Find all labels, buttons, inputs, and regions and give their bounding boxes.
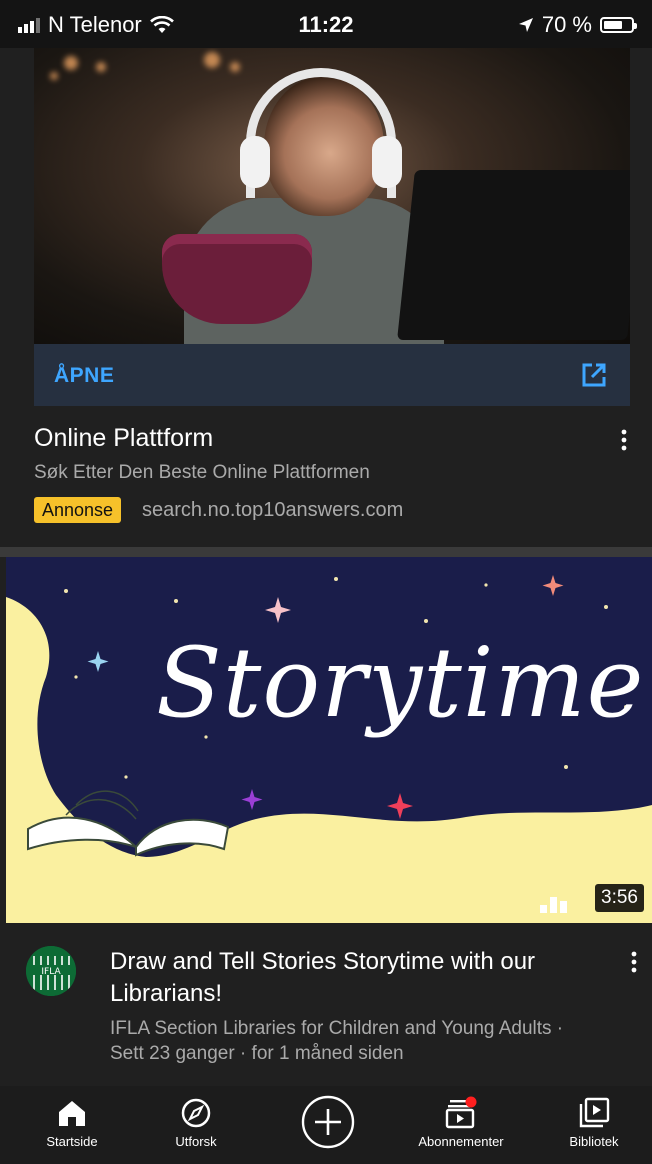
open-button[interactable]: ÅPNE [54,364,114,388]
thumbnail-title: Storytime [156,627,645,739]
location-arrow-icon [518,18,533,32]
more-vert-icon[interactable] [612,424,636,456]
video-title[interactable]: Draw and Tell Stories Storytime with our… [110,946,580,1010]
home-icon [59,1101,85,1126]
compass-icon [181,1098,211,1128]
audio-bars-icon [540,897,567,913]
nav-library[interactable]: Bibliotek [554,1086,634,1164]
battery-percent: 70 % [541,12,592,37]
more-vert-icon[interactable] [622,946,646,978]
headphone-left [240,136,270,188]
svg-text:IFLA: IFLA [41,967,61,977]
ad-action-bar[interactable]: ÅPNE [34,344,630,406]
ad-badge: Annonse [34,497,122,523]
subscriptions-icon [445,1096,477,1129]
laptop [397,170,630,340]
video-metadata: IFLA Section Libraries for Children and … [110,1018,564,1064]
thumbnail-art [6,557,652,857]
nav-subscriptions[interactable]: Abonnementer [402,1086,520,1164]
nav-label: Abonnementer [418,1134,504,1149]
nav-explore[interactable]: Utforsk [156,1086,236,1164]
nav-label: Utforsk [175,1134,217,1149]
ifla-logo: IFLA [26,946,76,996]
ad-description: Søk Etter Den Beste Online Plattformen [34,462,370,483]
bottom-nav: Startside Utforsk Abonnementer Bibliotek [0,1086,652,1164]
status-right: 70 % [518,12,637,38]
nav-home[interactable]: Startside [32,1086,112,1164]
nav-label: Startside [46,1134,98,1149]
external-link-icon[interactable] [580,361,608,389]
ad-image[interactable] [34,48,630,344]
library-icon [579,1097,610,1128]
ad-title[interactable]: Online Plattform [34,424,213,453]
headphone-right [372,136,402,188]
video-thumbnail[interactable]: Storytime [6,557,652,923]
channel-avatar[interactable]: IFLA [26,946,76,996]
nav-create[interactable] [296,1086,360,1164]
notification-dot [465,1096,477,1108]
popcorn-bowl [162,234,312,324]
video-duration: 3:56 [595,884,644,912]
nav-label: Bibliotek [569,1134,619,1149]
ad-url[interactable]: search.no.top10answers.com [142,499,403,522]
create-plus-icon [301,1095,355,1149]
battery-icon [600,17,637,33]
status-bar: N Telenor 11:22 70 % [0,0,652,48]
section-divider [0,547,652,557]
